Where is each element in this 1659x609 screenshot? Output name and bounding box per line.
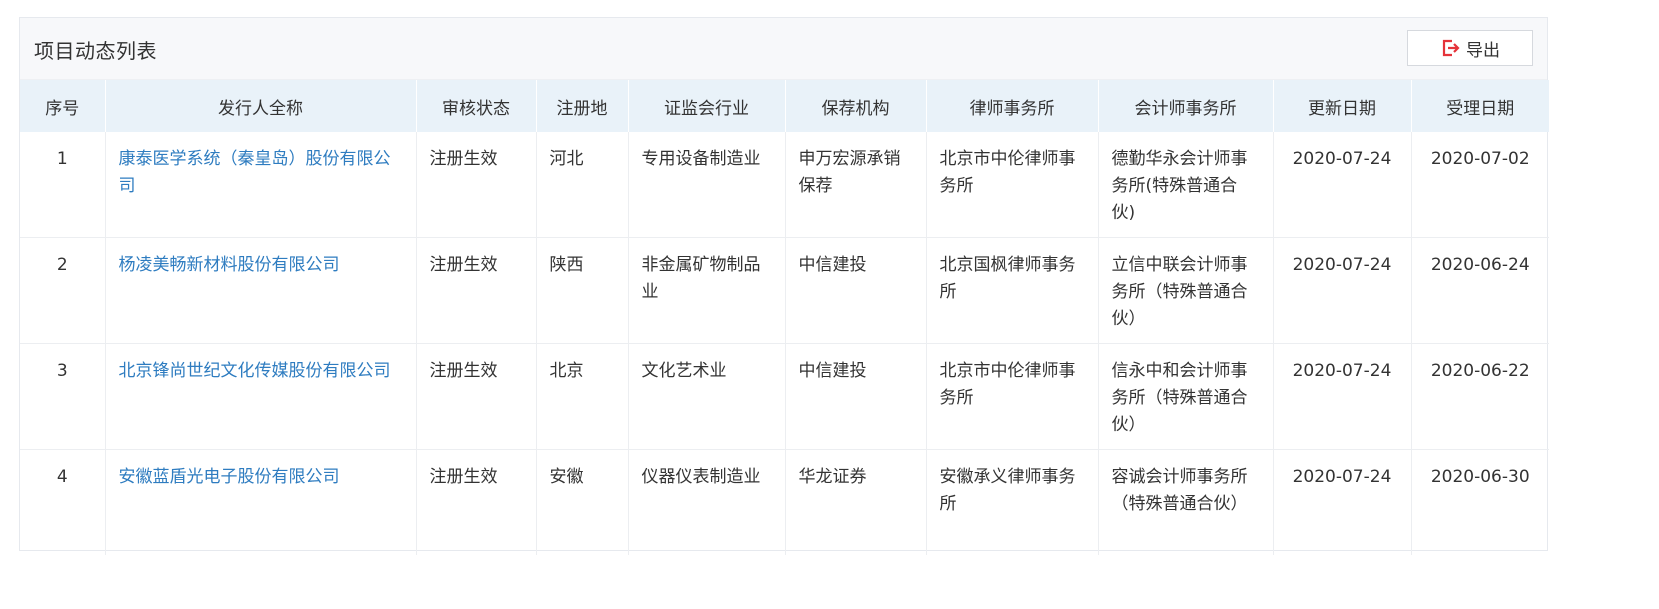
cell-index: 4 xyxy=(20,449,105,555)
cell-sponsor: 华龙证券 xyxy=(784,449,926,555)
panel-header: 项目动态列表 导出 xyxy=(20,18,1547,80)
cell-sponsor: 申万宏源承销保荐 xyxy=(784,132,926,238)
cell-industry: 非金属矿物制品业 xyxy=(627,237,785,344)
cell-industry: 专用设备制造业 xyxy=(627,132,785,238)
cell-region: 河北 xyxy=(535,132,628,238)
export-icon xyxy=(1440,38,1460,58)
cell-accounting-firm: 立信中联会计师事务所（特殊普通合伙） xyxy=(1097,237,1273,344)
cell-law-firm: 北京市中伦律师事务所 xyxy=(925,343,1098,450)
col-header-sponsor[interactable]: 保荐机构 xyxy=(784,80,926,132)
cell-status: 注册生效 xyxy=(415,132,536,238)
cell-index: 1 xyxy=(56,149,68,169)
cell-status: 注册生效 xyxy=(415,343,536,450)
cell-index: 3 xyxy=(20,343,105,450)
cell-industry: 文化艺术业 xyxy=(627,343,785,450)
project-table: 序号 发行人全称 审核状态 注册地 证监会行业 保荐机构 律师事务所 会计师事务… xyxy=(20,80,1549,555)
cell-status: 注册生效 xyxy=(415,237,536,344)
cell-region: 北京 xyxy=(535,343,628,450)
issuer-link[interactable]: 北京锋尚世纪文化传媒股份有限公司 xyxy=(119,361,391,381)
cell-law-firm: 北京市中伦律师事务所 xyxy=(925,132,1098,238)
cell-industry: 仪器仪表制造业 xyxy=(627,449,785,555)
cell-accepted: 2020-07-02 xyxy=(1410,132,1549,238)
cell-updated: 2020-07-24 xyxy=(1272,343,1411,450)
table-row: 1 康泰医学系统（秦皇岛）股份有限公司 注册生效 河北 专用设备制造业 申万宏源… xyxy=(20,132,1549,238)
cell-sponsor: 中信建投 xyxy=(784,237,926,344)
col-header-index[interactable]: 序号 xyxy=(20,80,105,132)
col-header-updated[interactable]: 更新日期 xyxy=(1272,80,1411,132)
issuer-link[interactable]: 安徽蓝盾光电子股份有限公司 xyxy=(119,467,340,487)
cell-issuer: 安徽蓝盾光电子股份有限公司 xyxy=(104,449,416,555)
cell-accounting-firm: 德勤华永会计师事务所(特殊普通合伙) xyxy=(1097,132,1273,238)
table-row: 2 杨凌美畅新材料股份有限公司 注册生效 陕西 非金属矿物制品业 中信建投 北京… xyxy=(20,237,1549,344)
cell-accepted: 2020-06-22 xyxy=(1410,343,1549,450)
cell-accepted: 2020-06-24 xyxy=(1410,237,1549,344)
cell-issuer: 北京锋尚世纪文化传媒股份有限公司 xyxy=(104,343,416,450)
cell-status: 注册生效 xyxy=(415,449,536,555)
cell-accounting-firm: 信永中和会计师事务所（特殊普通合伙） xyxy=(1097,343,1273,450)
cell-index: 2 xyxy=(20,237,105,344)
col-header-accepted[interactable]: 受理日期 xyxy=(1410,80,1549,132)
cell-law-firm: 安徽承义律师事务所 xyxy=(925,449,1098,555)
table-row: 4 安徽蓝盾光电子股份有限公司 注册生效 安徽 仪器仪表制造业 华龙证券 安徽承… xyxy=(20,449,1549,555)
cell-law-firm: 北京国枫律师事务所 xyxy=(925,237,1098,344)
cell-region: 陕西 xyxy=(535,237,628,344)
col-header-law-firm[interactable]: 律师事务所 xyxy=(925,80,1098,132)
cell-issuer: 杨凌美畅新材料股份有限公司 xyxy=(104,237,416,344)
table-header-row: 序号 发行人全称 审核状态 注册地 证监会行业 保荐机构 律师事务所 会计师事务… xyxy=(20,80,1549,132)
issuer-link[interactable]: 康泰医学系统（秦皇岛）股份有限公司 xyxy=(119,149,391,196)
cell-updated: 2020-07-24 xyxy=(1272,237,1411,344)
cell-issuer: 康泰医学系统（秦皇岛）股份有限公司 xyxy=(104,132,416,238)
col-header-region[interactable]: 注册地 xyxy=(535,80,628,132)
export-label: 导出 xyxy=(1466,40,1500,61)
col-header-issuer[interactable]: 发行人全称 xyxy=(104,80,416,132)
col-header-accounting-firm[interactable]: 会计师事务所 xyxy=(1097,80,1273,132)
panel-title: 项目动态列表 xyxy=(34,39,157,63)
cell-accounting-firm: 容诚会计师事务所（特殊普通合伙） xyxy=(1097,449,1273,555)
cell-sponsor: 中信建投 xyxy=(784,343,926,450)
col-header-status[interactable]: 审核状态 xyxy=(415,80,536,132)
col-header-industry[interactable]: 证监会行业 xyxy=(627,80,785,132)
cell-region: 安徽 xyxy=(535,449,628,555)
cell-accepted: 2020-06-30 xyxy=(1410,449,1549,555)
table-row: 3 北京锋尚世纪文化传媒股份有限公司 注册生效 北京 文化艺术业 中信建投 北京… xyxy=(20,343,1549,450)
cell-updated: 2020-07-24 xyxy=(1272,132,1411,238)
project-list-panel: 项目动态列表 导出 序号 发行人全称 审核状态 注册地 证监会行业 保荐机构 律… xyxy=(19,17,1549,555)
cell-updated: 2020-07-24 xyxy=(1272,449,1411,555)
issuer-link[interactable]: 杨凌美畅新材料股份有限公司 xyxy=(119,255,340,275)
export-button[interactable]: 导出 xyxy=(1407,30,1533,66)
